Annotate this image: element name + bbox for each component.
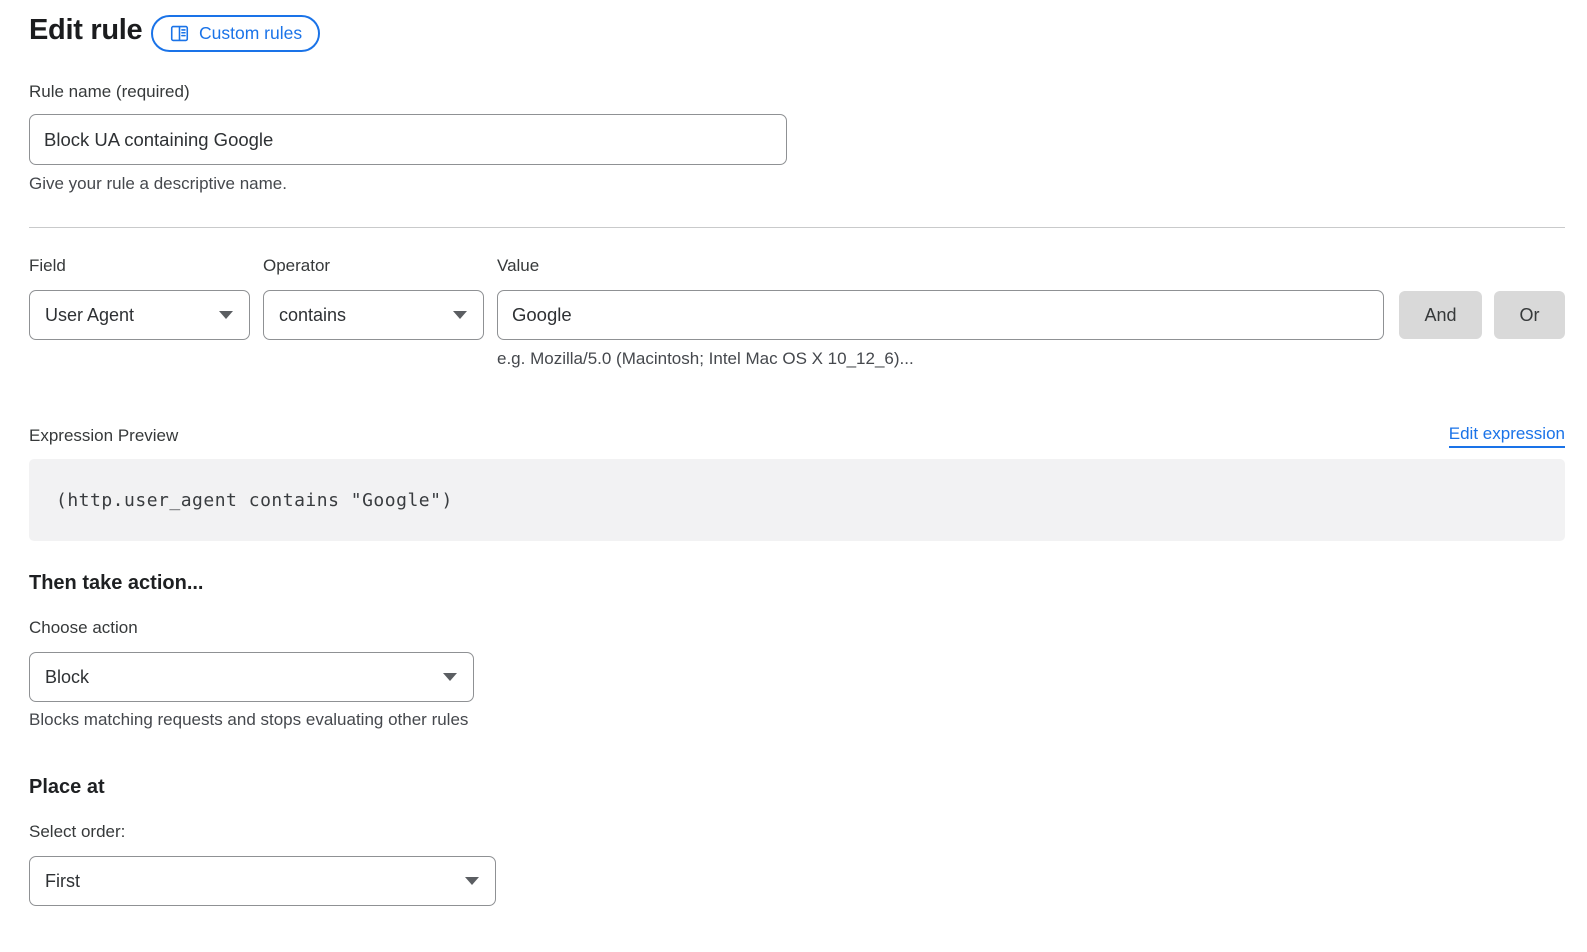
expression-preview-box: (http.user_agent contains "Google") (29, 459, 1565, 541)
operator-select-value: contains (279, 305, 346, 326)
place-at-heading: Place at (29, 776, 105, 799)
edit-rule-page: { "accent": "#1a73e8", "header": { "titl… (0, 0, 1587, 952)
rule-name-helper: Give your rule a descriptive name. (29, 173, 287, 194)
or-button[interactable]: Or (1494, 291, 1565, 339)
action-select-value: Block (45, 667, 89, 688)
field-select[interactable]: User Agent (29, 290, 250, 340)
chevron-down-icon (219, 311, 233, 319)
custom-rules-button[interactable]: Custom rules (151, 15, 320, 52)
edit-expression-link[interactable]: Edit expression (1449, 424, 1565, 448)
custom-rules-label: Custom rules (199, 23, 302, 44)
book-icon (169, 23, 190, 44)
and-button[interactable]: And (1399, 291, 1482, 339)
choose-action-label: Choose action (29, 618, 138, 638)
rule-name-label: Rule name (required) (29, 82, 190, 102)
rule-name-input[interactable] (29, 114, 787, 165)
chevron-down-icon (465, 877, 479, 885)
value-input[interactable] (497, 290, 1384, 340)
chevron-down-icon (443, 673, 457, 681)
chevron-down-icon (453, 311, 467, 319)
field-select-value: User Agent (45, 305, 134, 326)
order-select-value: First (45, 871, 80, 892)
operator-label: Operator (263, 256, 330, 276)
expression-code: (http.user_agent contains "Google") (29, 490, 453, 511)
action-select[interactable]: Block (29, 652, 474, 702)
page-title: Edit rule (29, 14, 142, 47)
section-divider (29, 227, 1565, 228)
then-take-action-heading: Then take action... (29, 572, 203, 595)
action-helper: Blocks matching requests and stops evalu… (29, 709, 468, 730)
value-label: Value (497, 256, 539, 276)
value-helper: e.g. Mozilla/5.0 (Macintosh; Intel Mac O… (497, 348, 914, 369)
order-select[interactable]: First (29, 856, 496, 906)
field-label: Field (29, 256, 66, 276)
expression-preview-label: Expression Preview (29, 426, 178, 446)
select-order-label: Select order: (29, 822, 125, 842)
operator-select[interactable]: contains (263, 290, 484, 340)
